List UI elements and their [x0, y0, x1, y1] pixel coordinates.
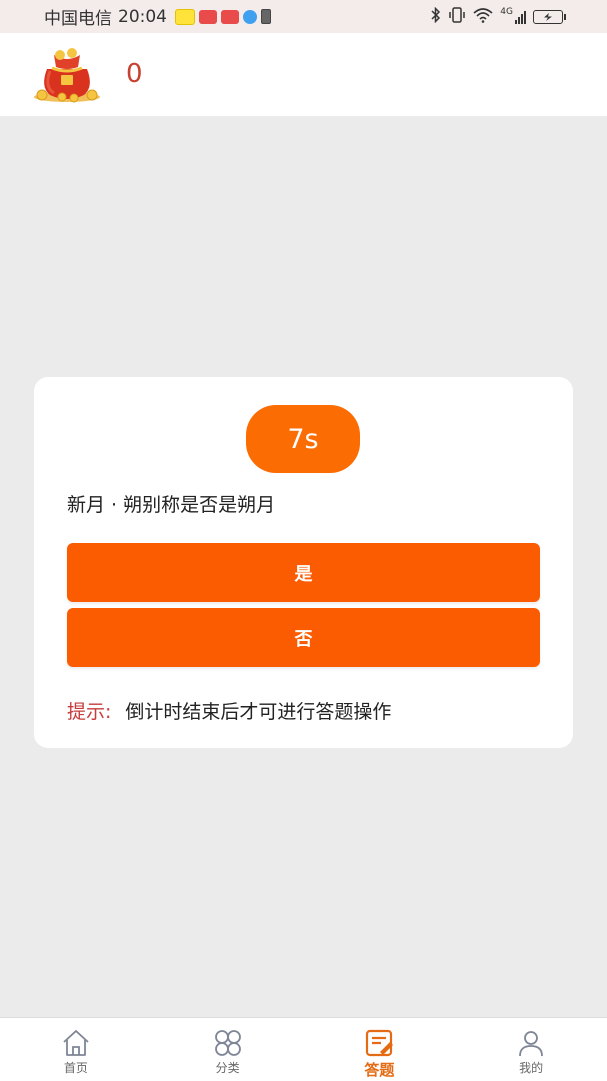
coin-count: 0 — [126, 59, 143, 89]
battery-icon — [533, 9, 566, 24]
notification-icons — [175, 8, 271, 25]
shield-icon — [243, 9, 257, 24]
nav-item-profile[interactable]: 我的 — [455, 1018, 607, 1081]
vibrate-icon — [448, 6, 466, 27]
category-icon — [214, 1030, 241, 1056]
answer-no-button[interactable]: 否 — [67, 608, 540, 667]
nav-item-category[interactable]: 分类 — [152, 1018, 304, 1081]
home-icon — [63, 1030, 89, 1056]
app-notification-icon — [199, 9, 217, 24]
network-type: 4G — [500, 7, 513, 17]
battery-saver-icon — [261, 9, 271, 24]
money-bag-icon — [32, 47, 102, 103]
profile-icon — [519, 1031, 544, 1057]
bottom-nav: 首页 分类 答题 我的 — [0, 1017, 607, 1081]
app-notification-icon — [175, 8, 195, 25]
app-notification-icon — [221, 9, 239, 24]
nav-item-home[interactable]: 首页 — [0, 1018, 152, 1081]
nav-label-category: 分类 — [215, 1061, 240, 1075]
countdown-timer: 7s — [246, 405, 360, 473]
quiz-icon — [366, 1029, 394, 1057]
carrier-name: 中国电信 — [44, 9, 112, 29]
status-bar: 中国电信 20:04 4G — [0, 0, 607, 33]
nav-label-profile: 我的 — [519, 1061, 544, 1075]
status-left: 中国电信 20:04 — [0, 4, 271, 29]
quiz-card: 7s 新月 · 朔别称是否是朔月 是 否 提示: 倒计时结束后才可进行答题操作 — [34, 377, 573, 748]
nav-label-quiz: 答题 — [364, 1061, 395, 1079]
status-time: 20:04 — [118, 6, 167, 27]
status-right: 4G — [431, 0, 566, 33]
nav-label-home: 首页 — [63, 1061, 88, 1075]
hint-label: 提示: — [67, 701, 112, 723]
bluetooth-icon — [431, 6, 441, 27]
hint-text: 倒计时结束后才可进行答题操作 — [125, 701, 392, 723]
answer-yes-button[interactable]: 是 — [67, 543, 540, 602]
header: 0 — [0, 33, 607, 116]
signal-icon — [515, 10, 526, 24]
hint: 提示: 倒计时结束后才可进行答题操作 — [67, 697, 391, 724]
wifi-icon — [473, 7, 493, 27]
question-text: 新月 · 朔别称是否是朔月 — [67, 494, 276, 516]
nav-item-quiz[interactable]: 答题 — [304, 1018, 456, 1081]
